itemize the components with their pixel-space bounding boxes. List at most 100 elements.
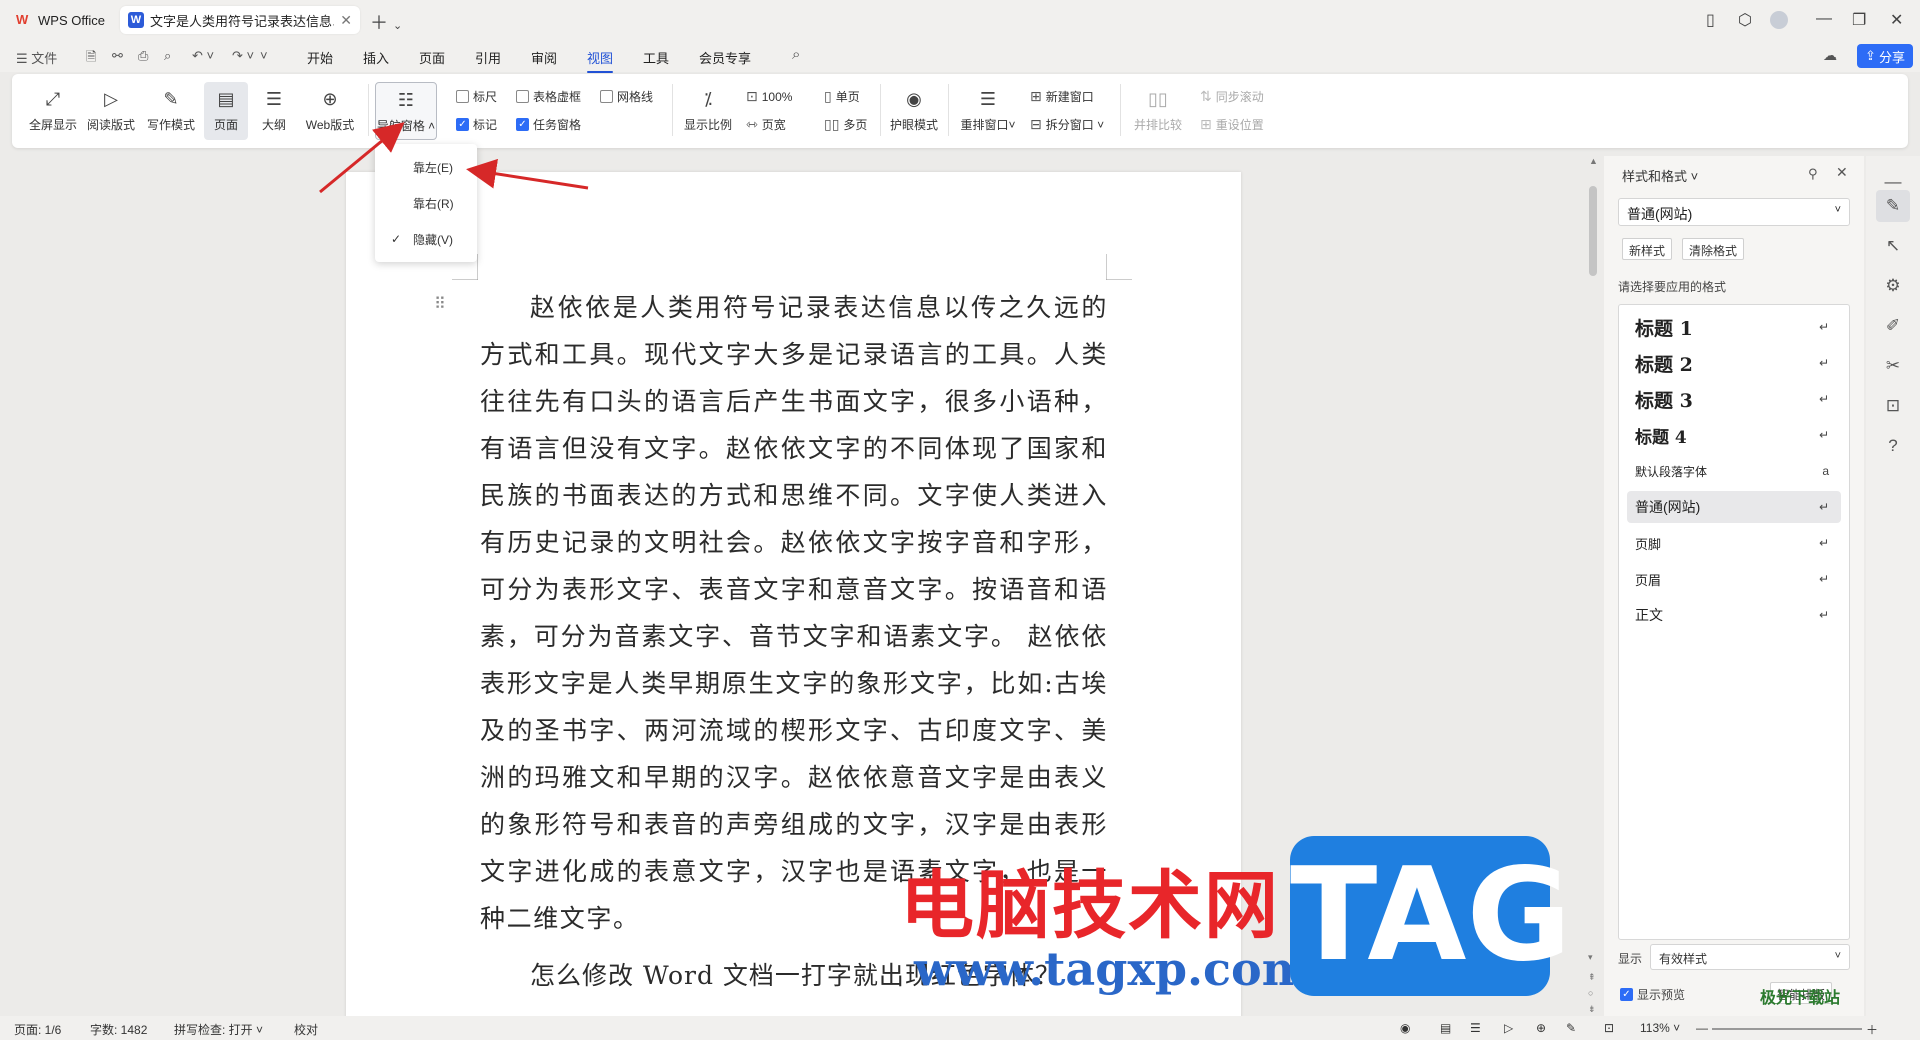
book-icon[interactable]: ⊡: [1881, 394, 1905, 418]
current-style-select[interactable]: 普通(网站) ˅: [1618, 198, 1850, 226]
menu-start[interactable]: 开始: [307, 48, 333, 67]
scroll-down-icon[interactable]: ▾: [1588, 952, 1593, 963]
style-header[interactable]: 页眉 ↵: [1627, 563, 1841, 595]
close-tab-icon[interactable]: ✕: [340, 12, 352, 29]
tab-wps-office[interactable]: W WPS Office: [8, 6, 116, 34]
layout-icon[interactable]: ▯: [1706, 10, 1715, 30]
show-preview-checkbox[interactable]: ✓ 显示预览: [1620, 986, 1685, 1003]
split-window-button[interactable]: ⊟ 拆分窗口 ˅: [1030, 116, 1104, 133]
web-layout-button[interactable]: ⊕ Web版式: [300, 82, 360, 140]
tab-document[interactable]: W 文字是人类用符号记录表达信息以传之久远 ✕: [120, 6, 360, 34]
clear-format-button[interactable]: 清除格式: [1682, 238, 1745, 260]
help-icon[interactable]: ?: [1881, 434, 1905, 458]
style-pen-icon[interactable]: ✎: [1881, 194, 1905, 218]
close-window-icon[interactable]: ✕: [1890, 10, 1903, 30]
dock-left-option[interactable]: 靠左(E): [375, 150, 477, 184]
markup-checkbox[interactable]: ✓ 标记: [456, 116, 497, 133]
paragraph-drag-handle-icon[interactable]: ⠿: [434, 294, 446, 314]
style-normal-web[interactable]: 普通(网站) ↵: [1627, 491, 1841, 523]
menu-page[interactable]: 页面: [419, 48, 445, 67]
zoom-100-button[interactable]: ⊡ 100%: [746, 88, 792, 105]
scroll-up-icon[interactable]: ▲: [1589, 156, 1598, 166]
vertical-scrollbar[interactable]: ▲ ▾ ⇞ ○ ⇟: [1586, 156, 1600, 1026]
web-view-icon[interactable]: ⊕: [1536, 1021, 1546, 1035]
dock-right-option[interactable]: 靠右(R): [375, 186, 477, 220]
writing-mode-button[interactable]: ✎ 写作模式: [144, 82, 198, 140]
menu-view[interactable]: 视图: [587, 48, 614, 73]
fit-icon[interactable]: ⊡: [1604, 1021, 1614, 1035]
zoom-slider[interactable]: [1712, 1028, 1862, 1030]
hide-option[interactable]: ✓ 隐藏(V): [375, 222, 477, 256]
close-panel-icon[interactable]: ✕: [1836, 164, 1848, 181]
ruler-checkbox[interactable]: 标尺: [456, 88, 497, 105]
reading-view-icon[interactable]: ▷: [1504, 1021, 1513, 1035]
redo-icon[interactable]: ↷ ˅: [232, 48, 254, 64]
fullscreen-button[interactable]: ⤢ 全屏显示: [26, 82, 80, 140]
new-style-button[interactable]: 新样式: [1622, 238, 1673, 260]
spell-check-status[interactable]: 拼写检查: 打开 ˅: [174, 1021, 263, 1038]
restore-icon[interactable]: ❐: [1852, 10, 1866, 30]
style-heading-4[interactable]: 标题 4 ↵: [1627, 419, 1841, 451]
show-filter-select[interactable]: 有效样式 ˅: [1650, 944, 1850, 970]
menu-tools[interactable]: 工具: [643, 48, 669, 67]
proof-button[interactable]: 校对: [294, 1021, 318, 1038]
file-menu[interactable]: ☰ 文件: [16, 48, 57, 67]
writing-view-icon[interactable]: ✎: [1566, 1021, 1576, 1035]
menu-member[interactable]: 会员专享: [699, 48, 751, 67]
word-count[interactable]: 字数: 1482: [90, 1021, 147, 1038]
nav-pane-button[interactable]: ☷ 导航窗格 ˄: [375, 82, 437, 140]
menu-insert[interactable]: 插入: [363, 48, 389, 67]
multi-page-button[interactable]: ▯▯ 多页: [824, 116, 867, 133]
browse-object-icon[interactable]: ○: [1588, 988, 1593, 998]
zoom-button[interactable]: ⁒ 显示比例: [682, 82, 734, 140]
reading-mode-button[interactable]: ▷ 阅读版式: [84, 82, 138, 140]
zoom-level[interactable]: 113% ˅: [1640, 1021, 1680, 1035]
outline-button[interactable]: ☰ 大纲: [254, 82, 294, 140]
eye-icon[interactable]: ◉: [1400, 1021, 1410, 1035]
avatar[interactable]: [1770, 11, 1788, 29]
undo-icon[interactable]: ↶ ˅: [192, 48, 214, 64]
cube-icon[interactable]: ⬡: [1738, 10, 1752, 30]
style-footer[interactable]: 页脚 ↵: [1627, 527, 1841, 559]
prev-page-icon[interactable]: ⇞: [1588, 972, 1596, 983]
pin-icon[interactable]: ⚲: [1808, 166, 1818, 182]
edit-doc-icon[interactable]: ✐: [1881, 314, 1905, 338]
table-gridlines-checkbox[interactable]: 表格虚框: [516, 88, 581, 105]
gridlines-checkbox[interactable]: 网格线: [600, 88, 653, 105]
page-view-button[interactable]: ▤ 页面: [204, 82, 248, 140]
cloud-icon[interactable]: ☁: [1823, 47, 1837, 64]
new-tab-icon[interactable]: ＋ ⌄: [370, 9, 402, 35]
rearrange-window-button[interactable]: ☰ 重排窗口˅: [956, 82, 1020, 140]
task-pane-checkbox[interactable]: ✓ 任务窗格: [516, 116, 581, 133]
style-heading-3[interactable]: 标题 3 ↵: [1627, 383, 1841, 415]
more-quick-icon[interactable]: ˅: [260, 48, 268, 63]
scroll-thumb[interactable]: [1589, 186, 1597, 276]
tools-icon[interactable]: ✂: [1881, 354, 1905, 378]
page-view-icon[interactable]: ▤: [1440, 1021, 1451, 1035]
page-width-button[interactable]: ⇿ 页宽: [746, 116, 786, 133]
menu-review[interactable]: 审阅: [531, 48, 557, 67]
adjust-icon[interactable]: ⚙: [1881, 274, 1905, 298]
eye-care-button[interactable]: ◉ 护眼模式: [886, 82, 942, 140]
search-icon[interactable]: ⌕: [792, 46, 800, 63]
new-window-button[interactable]: ⊞ 新建窗口: [1030, 88, 1094, 105]
page-count[interactable]: 页面: 1/6: [14, 1021, 61, 1038]
zoom-out-icon[interactable]: —: [1696, 1021, 1708, 1035]
style-body[interactable]: 正文 ↵: [1627, 599, 1841, 631]
zoom-in-icon[interactable]: ＋: [1866, 1021, 1878, 1038]
minimize-icon[interactable]: —: [1816, 10, 1832, 28]
print-preview-icon[interactable]: ⌕: [164, 48, 171, 64]
style-default-char[interactable]: 默认段落字体 a: [1627, 455, 1841, 487]
single-page-button[interactable]: ▯ 单页: [824, 88, 860, 105]
outline-view-icon[interactable]: ☰: [1470, 1021, 1481, 1035]
save-icon[interactable]: 🗎: [86, 48, 96, 70]
next-page-icon[interactable]: ⇟: [1588, 1004, 1596, 1015]
share-button[interactable]: ⇪ 分享: [1857, 44, 1913, 68]
print-icon[interactable]: ⎙: [138, 48, 148, 64]
style-heading-1[interactable]: 标题 1 ↵: [1627, 311, 1841, 343]
link-icon[interactable]: ⚯: [112, 48, 123, 64]
panel-title[interactable]: 样式和格式 ˅: [1622, 166, 1698, 185]
menu-reference[interactable]: 引用: [475, 48, 501, 67]
style-heading-2[interactable]: 标题 2 ↵: [1627, 347, 1841, 379]
select-cursor-icon[interactable]: ↖: [1881, 234, 1905, 258]
